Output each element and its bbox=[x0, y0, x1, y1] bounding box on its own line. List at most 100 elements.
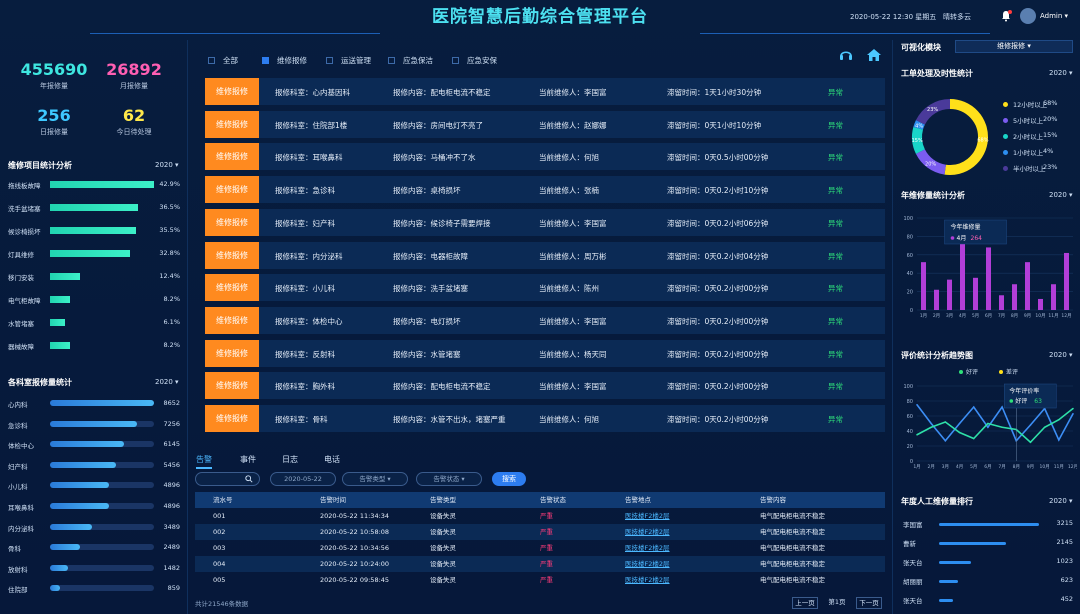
order-row[interactable]: 维修报修 报修科室：急诊科 报修内容：桌椅损坏 当前维修人：张楠 滞留时间：0天0.2小… bbox=[205, 176, 885, 204]
module-label: 可视化模块 bbox=[901, 43, 941, 52]
order-row[interactable]: 维修报修 报修科室：耳喉鼻科 报修内容：马桶冲不了水 当前维修人：何旭 滞留时间：0天0… bbox=[205, 143, 885, 171]
alarm-tab[interactable]: 告警 bbox=[196, 454, 212, 469]
rank-name: 李国富 bbox=[903, 521, 923, 529]
order-type-tag[interactable]: 维修报修 bbox=[205, 306, 259, 334]
order-type-tag[interactable]: 维修报修 bbox=[205, 372, 259, 400]
table-row[interactable]: 003 2020-05-22 10:34:56 设备失灵 严重 医技楼F2楼2层 电气配电… bbox=[195, 540, 885, 556]
series-point[interactable] bbox=[972, 437, 975, 440]
table-row[interactable]: 002 2020-05-22 10:58:08 设备失灵 严重 医技楼F2楼2层 电气配电… bbox=[195, 524, 885, 540]
search-button[interactable]: 搜索 bbox=[492, 472, 526, 486]
eval-year[interactable]: 2020 ▾ bbox=[1049, 351, 1073, 359]
table-row[interactable]: 004 2020-05-22 10:24:00 设备失灵 严重 医技楼F2楼2层 电气配电… bbox=[195, 556, 885, 572]
avatar[interactable] bbox=[1020, 8, 1036, 24]
bar[interactable] bbox=[1025, 262, 1030, 310]
order-row[interactable]: 维修报修 报修科室：体检中心 报修内容：电灯损坏 当前维修人：李国富 滞留时间：0天0.… bbox=[205, 306, 885, 334]
alarm-status-select[interactable]: 告警状态 ▾ bbox=[416, 472, 482, 486]
prev-page-button[interactable]: 上一页 bbox=[792, 597, 818, 609]
order-type-tag[interactable]: 维修报修 bbox=[205, 176, 259, 204]
bar[interactable] bbox=[934, 289, 939, 310]
bell-icon[interactable] bbox=[1000, 10, 1012, 22]
series-point[interactable] bbox=[1001, 406, 1003, 408]
headset-icon[interactable] bbox=[838, 47, 854, 63]
series-point[interactable] bbox=[972, 406, 975, 408]
series-point[interactable] bbox=[1072, 412, 1074, 415]
series-point[interactable] bbox=[916, 433, 918, 436]
bar[interactable] bbox=[986, 247, 991, 310]
home-icon[interactable] bbox=[866, 47, 882, 63]
series-point[interactable] bbox=[944, 439, 947, 442]
user-name: Admin bbox=[1040, 12, 1063, 20]
order-type-tag[interactable]: 维修报修 bbox=[205, 143, 259, 171]
bar[interactable] bbox=[1051, 284, 1056, 310]
series-point[interactable] bbox=[944, 421, 947, 423]
table-cell[interactable]: 医技楼F2楼2层 bbox=[625, 572, 670, 588]
bar[interactable] bbox=[973, 277, 978, 310]
order-type-tag[interactable]: 维修报修 bbox=[205, 274, 259, 302]
table-cell[interactable]: 医技楼F2楼2层 bbox=[625, 540, 670, 556]
series-point[interactable] bbox=[958, 431, 961, 434]
order-row[interactable]: 维修报修 报修科室：内分泌科 报修内容：电器柜故障 当前维修人：周万彬 滞留时间：0天0… bbox=[205, 241, 885, 269]
alarm-tab[interactable]: 日志 bbox=[282, 454, 298, 465]
order-row[interactable]: 维修报修 报修科室：胸外科 报修内容：配电柜电流不稳定 当前维修人：李国富 滞留时间：0… bbox=[205, 372, 885, 400]
order-row[interactable]: 维修报修 报修科室：小儿科 报修内容：洗手盆堵塞 当前维修人：陈州 滞留时间：0天0.2… bbox=[205, 274, 885, 302]
annual-year[interactable]: 2020 ▾ bbox=[1049, 191, 1073, 199]
series-point[interactable] bbox=[987, 426, 989, 429]
series-point[interactable] bbox=[916, 403, 918, 406]
series-point[interactable] bbox=[1072, 407, 1074, 410]
order-type-tag[interactable]: 维修报修 bbox=[205, 241, 259, 269]
filter-option[interactable]: 维修报修 bbox=[262, 55, 307, 66]
alarm-date-input[interactable]: 2020-05-22 bbox=[270, 472, 336, 486]
filter-option[interactable]: 应急安保 bbox=[452, 55, 497, 66]
order-row[interactable]: 维修报修 报修科室：住院部1楼 报修内容：房间电灯不亮了 当前维修人：赵娜娜 滞留时间：… bbox=[205, 110, 885, 138]
bar[interactable] bbox=[921, 262, 926, 310]
kpi-value: 62 bbox=[122, 106, 146, 125]
order-row[interactable]: 维修报修 报修科室：反射科 报修内容：水管堵塞 当前维修人：杨天同 滞留时间：0天0.2… bbox=[205, 339, 885, 367]
filter-option[interactable]: 应急保洁 bbox=[388, 55, 433, 66]
alarm-search-input[interactable] bbox=[195, 472, 260, 486]
table-row[interactable]: 005 2020-05-22 09:58:45 设备失灵 严重 医技楼F2楼2层 电气配电… bbox=[195, 572, 885, 588]
order-row[interactable]: 维修报修 报修科室：骨科 报修内容：水管不出水，堵塞严重 当前维修人：何旭 滞留时间：0… bbox=[205, 405, 885, 432]
series-point[interactable] bbox=[930, 422, 932, 425]
table-cell[interactable]: 医技楼F2楼2层 bbox=[625, 524, 670, 540]
series-point[interactable] bbox=[1043, 426, 1046, 429]
series-point[interactable] bbox=[958, 422, 961, 425]
bar[interactable] bbox=[947, 279, 952, 310]
series-point[interactable] bbox=[1001, 426, 1003, 429]
tooltip-dot bbox=[950, 236, 955, 240]
table-row[interactable]: 001 2020-05-22 11:34:34 设备失灵 严重 医技楼F2楼2层 电气配电… bbox=[195, 508, 885, 524]
order-row[interactable]: 维修报修 报修科室：妇产科 报修内容：候诊椅子需要焊接 当前维修人：李国富 滞留时间：0… bbox=[205, 208, 885, 236]
rank-year[interactable]: 2020 ▾ bbox=[1049, 497, 1073, 505]
order-type-tag[interactable]: 维修报修 bbox=[205, 405, 259, 432]
module-select[interactable]: 维修报修 ▾ bbox=[955, 40, 1073, 53]
bar[interactable] bbox=[1038, 298, 1043, 310]
table-cell[interactable]: 医技楼F2楼2层 bbox=[625, 556, 670, 572]
repair-items-year[interactable]: 2020 ▾ bbox=[155, 161, 179, 169]
user-menu[interactable]: Admin ▾ bbox=[1040, 12, 1068, 20]
series-point[interactable] bbox=[987, 422, 989, 425]
bar[interactable] bbox=[1012, 284, 1017, 310]
donut-year[interactable]: 2020 ▾ bbox=[1049, 69, 1073, 77]
table-cell[interactable]: 医技楼F2楼2层 bbox=[625, 508, 670, 524]
series-point[interactable] bbox=[930, 426, 932, 429]
order-type-tag[interactable]: 维修报修 bbox=[205, 78, 259, 105]
bar[interactable] bbox=[999, 295, 1004, 310]
filter-option[interactable]: 运送管理 bbox=[326, 55, 371, 66]
next-page-button[interactable]: 下一页 bbox=[856, 597, 882, 609]
series-point[interactable] bbox=[1029, 424, 1032, 426]
alarm-type-select[interactable]: 告警类型 ▾ bbox=[342, 472, 408, 486]
alarm-tab[interactable]: 事件 bbox=[240, 454, 256, 465]
order-type-tag[interactable]: 维修报修 bbox=[205, 208, 259, 236]
filter-option[interactable]: 全部 bbox=[208, 55, 238, 66]
series-point[interactable] bbox=[1058, 418, 1060, 421]
alarm-tab[interactable]: 电话 bbox=[324, 454, 340, 465]
bar[interactable] bbox=[1064, 252, 1069, 310]
dept-stats-year[interactable]: 2020 ▾ bbox=[155, 378, 179, 386]
year-value: 2020 bbox=[155, 378, 173, 386]
repair-item-track bbox=[50, 227, 154, 234]
dept-label: 耳喉鼻科 bbox=[8, 504, 34, 512]
series-point[interactable] bbox=[1058, 439, 1060, 441]
series-point[interactable] bbox=[1029, 441, 1032, 444]
order-type-tag[interactable]: 维修报修 bbox=[205, 339, 259, 367]
order-row[interactable]: 维修报修 报修科室：心内基因科 报修内容：配电柜电流不稳定 当前维修人：李国富 滞留时间… bbox=[205, 78, 885, 105]
order-type-tag[interactable]: 维修报修 bbox=[205, 110, 259, 138]
